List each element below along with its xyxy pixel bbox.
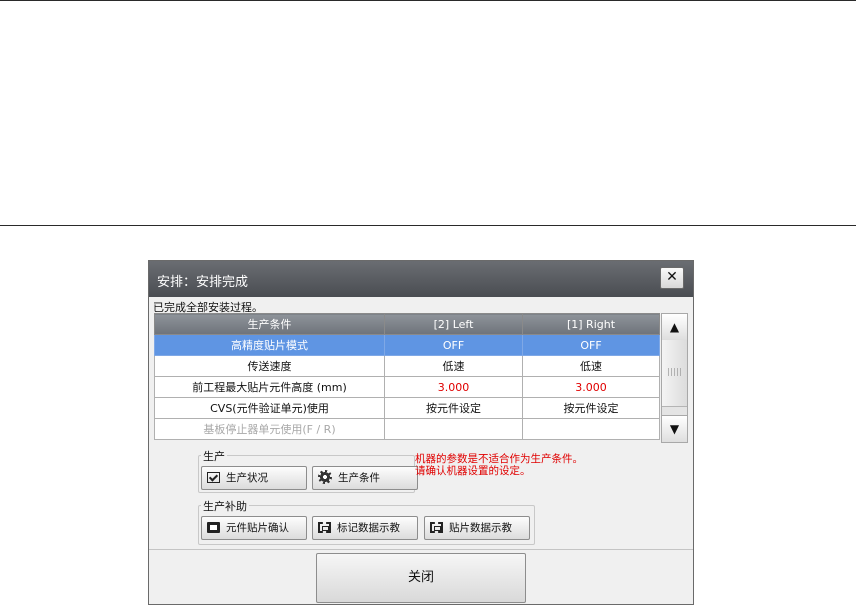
row-left-value: OFF [384,334,523,356]
row-label: CVS(元件验证单元)使用 [154,397,385,419]
mark-data-teach-label: 标记数据示教 [337,522,400,534]
row-right-value [522,418,660,440]
dialog-title: 安排：安排完成 [157,275,249,290]
row-label: 基板停止器单元使用(F / R) [154,418,385,440]
row-label: 前工程最大贴片元件高度 (mm) [154,376,385,398]
placement-data-teach-label: 贴片数据示教 [449,522,512,534]
table-row[interactable]: CVS(元件验证单元)使用 按元件设定 按元件设定 [154,397,660,419]
arrangement-dialog: 安排：安排完成 ✕ 已完成全部安装过程。 生产条件 [2] Left [1] R… [148,260,694,605]
close-icon[interactable]: ✕ [660,267,684,289]
checkbox-icon [207,472,220,483]
component-placement-check-label: 元件贴片确认 [226,522,289,534]
row-left-value [384,418,523,440]
scroll-up-icon[interactable]: ▲ [662,314,687,341]
row-label: 传送速度 [154,355,385,377]
placement-data-teach-button[interactable]: 贴片数据示教 [424,516,530,540]
dialog-titlebar: 安排：安排完成 ✕ [149,261,693,297]
grip-icon [668,368,681,376]
row-left-value: 3.000 [384,376,523,398]
close-button[interactable]: 关闭 [316,553,526,603]
top-divider [0,0,856,1]
mark-teach-icon [318,522,331,533]
scroll-down-icon[interactable]: ▼ [662,415,687,442]
row-right-value: OFF [522,334,660,356]
component-icon [207,522,220,533]
parameter-warning: 机器的参数是不适合作为生产条件。 请确认机器设置的设定。 [415,453,583,477]
production-status-label: 生产状况 [226,472,268,484]
scroll-thumb[interactable] [662,340,687,407]
column-header-right: [1] Right [522,313,660,335]
row-left-value: 按元件设定 [384,397,523,419]
table-row[interactable]: 高精度贴片模式 OFF OFF [154,334,660,356]
warning-text: 机器的参数是不适合作为生产条件。 请确认机器设置的设定。 [415,453,583,477]
column-header-left: [2] Left [384,313,523,335]
row-right-value: 3.000 [522,376,660,398]
table-row[interactable]: 前工程最大贴片元件高度 (mm) 3.000 3.000 [154,376,660,398]
column-header-condition: 生产条件 [154,313,385,335]
production-group-label: 生产 [201,448,227,464]
table-row[interactable]: 传送速度 低速 低速 [154,355,660,377]
mark-data-teach-button[interactable]: 标记数据示教 [312,516,418,540]
footer-divider [149,549,693,550]
gear-icon [318,470,332,484]
production-conditions-table: 生产条件 [2] Left [1] Right 高精度贴片模式 OFF OFF … [154,313,660,440]
row-left-value: 低速 [384,355,523,377]
production-status-button[interactable]: 生产状况 [201,466,307,490]
table-row[interactable]: 基板停止器单元使用(F / R) [154,418,660,440]
production-conditions-label: 生产条件 [338,472,380,484]
row-right-value: 低速 [522,355,660,377]
row-right-value: 按元件设定 [522,397,660,419]
placement-teach-icon [430,522,443,533]
production-conditions-button[interactable]: 生产条件 [312,466,418,490]
table-scrollbar[interactable]: ▲ ▼ [661,313,688,443]
component-placement-check-button[interactable]: 元件贴片确认 [201,516,307,540]
production-assist-group-label: 生产补助 [201,498,249,514]
table-header-row: 生产条件 [2] Left [1] Right [154,313,660,335]
middle-divider [0,225,856,226]
row-label: 高精度贴片模式 [154,334,385,356]
